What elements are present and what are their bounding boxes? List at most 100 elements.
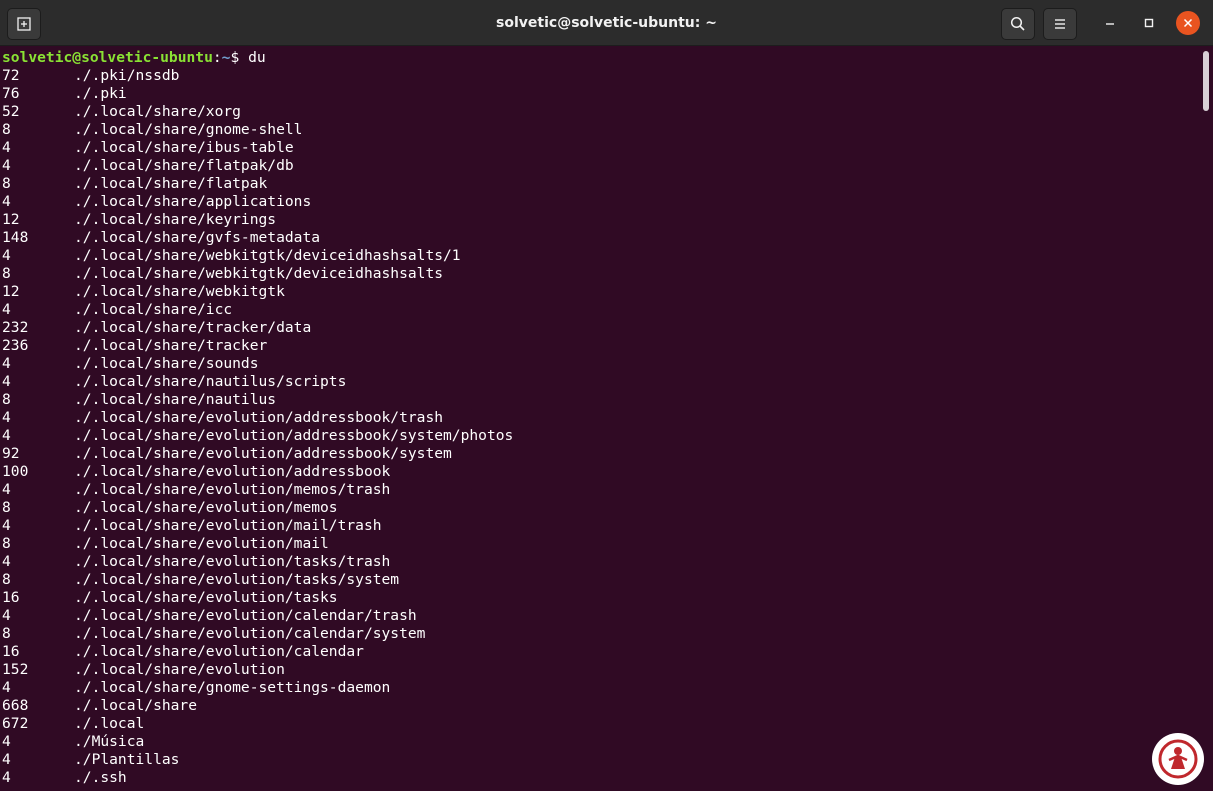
person-logo-icon bbox=[1158, 739, 1198, 779]
disk-usage-size: 8 bbox=[2, 535, 11, 552]
disk-usage-size: 4 bbox=[2, 517, 11, 534]
disk-usage-size: 4 bbox=[2, 607, 11, 624]
disk-usage-size: 76 bbox=[2, 85, 20, 102]
directory-path: ./.local/share/tracker bbox=[74, 337, 268, 354]
directory-path: ./.local/share/flatpak/db bbox=[74, 157, 294, 174]
directory-path: ./.local/share/evolution/addressbook/sys… bbox=[74, 427, 514, 444]
scrollbar-thumb[interactable] bbox=[1203, 51, 1209, 111]
search-button[interactable] bbox=[1001, 8, 1035, 40]
directory-path: ./.local/share/webkitgtk bbox=[74, 283, 285, 300]
directory-path: ./.local/share/evolution/tasks/system bbox=[74, 571, 400, 588]
disk-usage-size: 72 bbox=[2, 67, 20, 84]
directory-path: ./.local/share/evolution/calendar bbox=[74, 643, 364, 660]
minimize-icon bbox=[1106, 23, 1114, 25]
directory-path: ./.local/share/gnome-settings-daemon bbox=[74, 679, 391, 696]
disk-usage-size: 92 bbox=[2, 445, 20, 462]
directory-path: ./.local/share/evolution/tasks/trash bbox=[74, 553, 391, 570]
disk-usage-size: 4 bbox=[2, 751, 11, 768]
directory-path: ./Música bbox=[74, 733, 145, 750]
directory-path: ./.local/share/evolution/addressbook/sys… bbox=[74, 445, 452, 462]
disk-usage-size: 4 bbox=[2, 355, 11, 372]
directory-path: ./.local/share/nautilus/scripts bbox=[74, 373, 347, 390]
disk-usage-size: 4 bbox=[2, 481, 11, 498]
directory-path: ./.local/share bbox=[74, 697, 198, 714]
search-icon bbox=[1010, 16, 1025, 31]
disk-usage-size: 4 bbox=[2, 427, 11, 444]
directory-path: ./.local/share/evolution bbox=[74, 661, 285, 678]
command-text: du bbox=[248, 49, 266, 66]
directory-path: ./.local/share/gvfs-metadata bbox=[74, 229, 321, 246]
disk-usage-size: 16 bbox=[2, 589, 20, 606]
disk-usage-size: 8 bbox=[2, 121, 11, 138]
disk-usage-size: 4 bbox=[2, 769, 11, 786]
disk-usage-size: 8 bbox=[2, 571, 11, 588]
directory-path: ./.local/share/evolution/mail/trash bbox=[74, 517, 382, 534]
disk-usage-size: 8 bbox=[2, 625, 11, 642]
prompt-line: solvetic@solvetic-ubuntu:~$ du bbox=[2, 49, 266, 67]
directory-path: ./.local/share/evolution/mail bbox=[74, 535, 329, 552]
disk-usage-size: 12 bbox=[2, 211, 20, 228]
terminal-window: solvetic@solvetic-ubuntu: ~ solvetic@sol… bbox=[0, 0, 1213, 791]
disk-usage-size: 4 bbox=[2, 679, 11, 696]
disk-usage-size: 148 bbox=[2, 229, 29, 246]
directory-path: ./.local/share/evolution/calendar/system bbox=[74, 625, 426, 642]
prompt-separator: : bbox=[212, 49, 222, 66]
close-button[interactable] bbox=[1176, 11, 1200, 35]
prompt-user-host: solvetic@solvetic-ubuntu bbox=[2, 49, 213, 66]
directory-path: ./.local/share/nautilus bbox=[74, 391, 277, 408]
scrollbar[interactable] bbox=[1201, 47, 1213, 791]
disk-usage-size: 152 bbox=[2, 661, 29, 678]
directory-path: ./.local/share/evolution/calendar/trash bbox=[74, 607, 417, 624]
title-bar[interactable]: solvetic@solvetic-ubuntu: ~ bbox=[0, 0, 1213, 46]
disk-usage-size: 672 bbox=[2, 715, 29, 732]
disk-usage-size: 4 bbox=[2, 733, 11, 750]
disk-usage-size: 4 bbox=[2, 193, 11, 210]
close-icon bbox=[1183, 18, 1193, 28]
directory-path: ./Plantillas bbox=[74, 751, 180, 768]
maximize-icon bbox=[1144, 18, 1154, 28]
directory-path: ./.local/share/ibus-table bbox=[74, 139, 294, 156]
disk-usage-size: 52 bbox=[2, 103, 20, 120]
directory-path: ./.local/share/icc bbox=[74, 301, 233, 318]
directory-path: ./.local/share/tracker/data bbox=[74, 319, 312, 336]
watermark-logo bbox=[1152, 733, 1204, 785]
menu-button[interactable] bbox=[1043, 8, 1077, 40]
disk-usage-size: 100 bbox=[2, 463, 29, 480]
disk-usage-size: 4 bbox=[2, 139, 11, 156]
disk-usage-size: 668 bbox=[2, 697, 29, 714]
disk-usage-size: 232 bbox=[2, 319, 29, 336]
directory-path: ./.pki/nssdb bbox=[74, 67, 180, 84]
disk-usage-size: 12 bbox=[2, 283, 20, 300]
directory-path: ./.local/share/webkitgtk/deviceidhashsal… bbox=[74, 265, 444, 282]
maximize-button[interactable] bbox=[1137, 11, 1161, 35]
disk-usage-size: 8 bbox=[2, 265, 11, 282]
disk-usage-size: 4 bbox=[2, 409, 11, 426]
directory-path: ./.local/share/flatpak bbox=[74, 175, 268, 192]
disk-usage-size: 4 bbox=[2, 157, 11, 174]
directory-path: ./.local/share/evolution/tasks bbox=[74, 589, 338, 606]
terminal-output[interactable]: solvetic@solvetic-ubuntu:~$ du 72 ./.pki/… bbox=[0, 47, 1200, 791]
hamburger-menu-icon bbox=[1055, 19, 1065, 29]
disk-usage-size: 236 bbox=[2, 337, 29, 354]
directory-path: ./.local/share/sounds bbox=[74, 355, 259, 372]
directory-path: ./.local/share/webkitgtk/deviceidhashsal… bbox=[74, 247, 461, 264]
disk-usage-size: 16 bbox=[2, 643, 20, 660]
directory-path: ./.pki bbox=[74, 85, 127, 102]
disk-usage-size: 4 bbox=[2, 247, 11, 264]
directory-path: ./.local/share/evolution/addressbook bbox=[74, 463, 391, 480]
disk-usage-size: 8 bbox=[2, 499, 11, 516]
directory-path: ./.local/share/gnome-shell bbox=[74, 121, 303, 138]
directory-path: ./.local/share/applications bbox=[74, 193, 312, 210]
disk-usage-size: 8 bbox=[2, 175, 11, 192]
directory-path: ./.local/share/evolution/memos/trash bbox=[74, 481, 391, 498]
directory-path: ./.ssh bbox=[74, 769, 127, 786]
directory-path: ./.local/share/xorg bbox=[74, 103, 241, 120]
directory-path: ./.local/share/evolution/addressbook/tra… bbox=[74, 409, 444, 426]
directory-path: ./.local bbox=[74, 715, 145, 732]
prompt-symbol: $ bbox=[230, 49, 240, 66]
disk-usage-size: 4 bbox=[2, 301, 11, 318]
minimize-button[interactable] bbox=[1098, 11, 1122, 35]
directory-path: ./.local/share/evolution/memos bbox=[74, 499, 338, 516]
disk-usage-size: 8 bbox=[2, 391, 11, 408]
directory-path: ./.local/share/keyrings bbox=[74, 211, 277, 228]
